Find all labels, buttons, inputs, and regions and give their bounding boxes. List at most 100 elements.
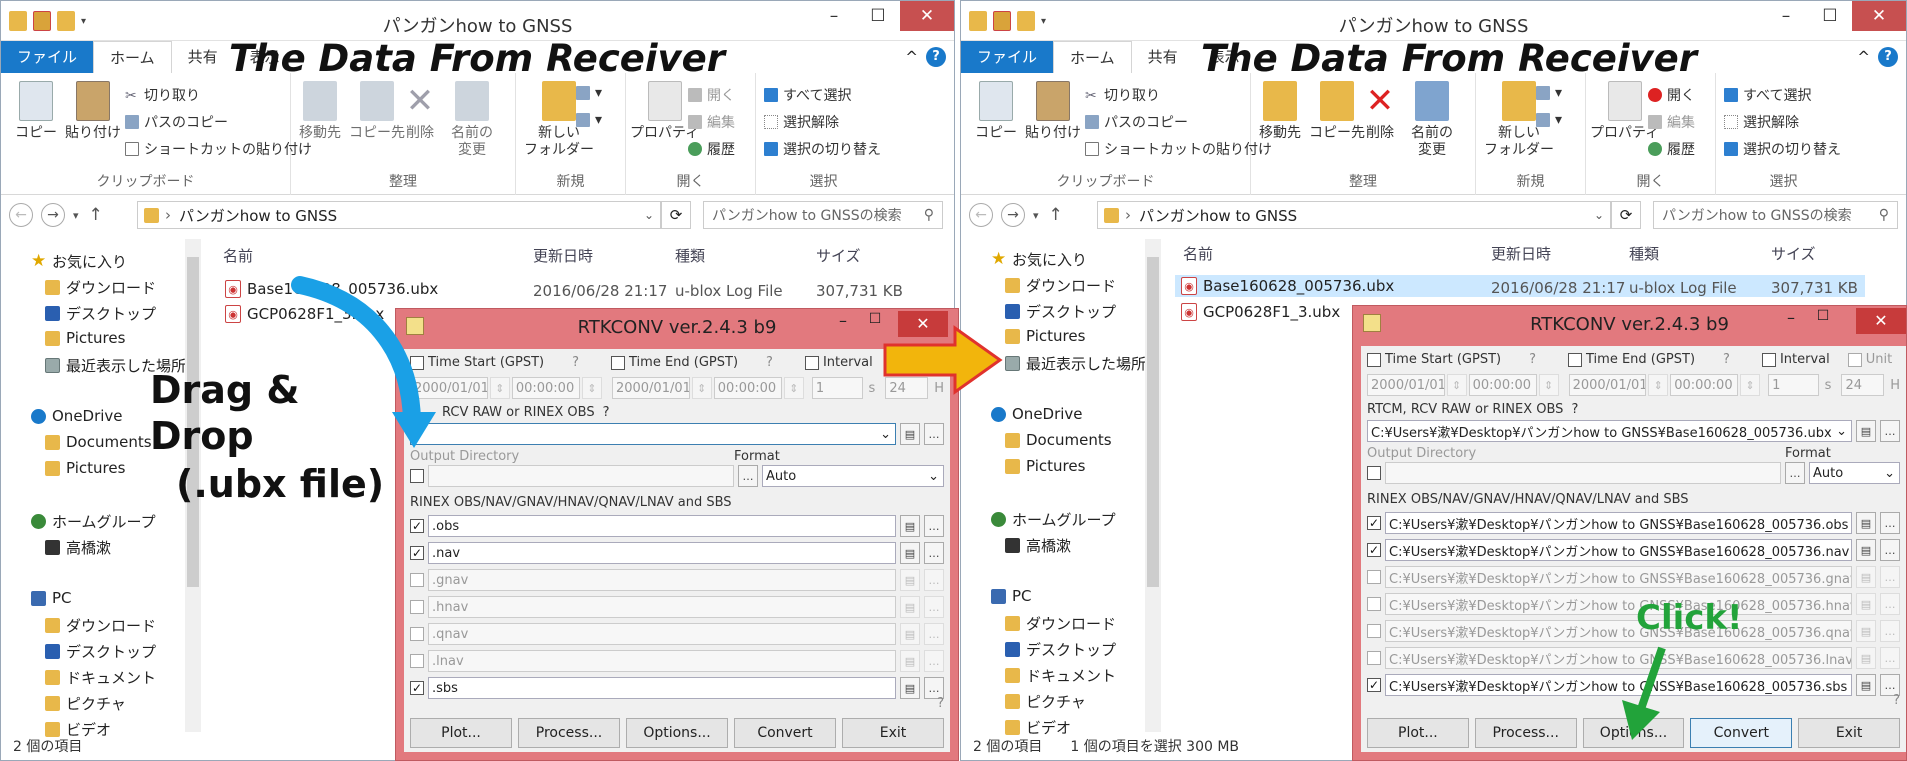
spin-icon[interactable]: ⇕ xyxy=(783,377,804,399)
open-button[interactable]: 開く xyxy=(1648,85,1695,105)
output-checkbox[interactable] xyxy=(410,573,424,587)
search-input[interactable]: パンガンhow to GNSSの検索 ⚲ xyxy=(703,201,943,229)
maximize-button[interactable]: ☐ xyxy=(856,1,900,31)
column-size[interactable]: サイズ xyxy=(816,245,861,266)
up-button[interactable]: ↑ xyxy=(89,205,103,225)
browse-button[interactable]: … xyxy=(924,515,944,537)
nav-favorites[interactable]: ★ お気に入り xyxy=(991,249,1087,270)
back-button[interactable]: ← xyxy=(9,203,33,227)
nav-pc[interactable]: PC xyxy=(31,589,72,607)
output-checkbox[interactable] xyxy=(1367,651,1381,665)
nav-pictures[interactable]: Pictures xyxy=(45,329,125,347)
end-date-field[interactable]: 2000/01/01 xyxy=(611,377,690,399)
nav-user[interactable]: 高橋漱 xyxy=(45,537,111,558)
output-file-field[interactable]: C:¥Users¥漱¥Desktop¥パンガンhow to GNSS¥Base1… xyxy=(1385,512,1852,534)
nav-pc[interactable]: PC xyxy=(991,587,1032,605)
nav-documents[interactable]: Documents xyxy=(1005,431,1112,449)
nav-pictures-onedrive[interactable]: Pictures xyxy=(45,459,125,477)
nav-pc-downloads[interactable]: ダウンロード xyxy=(45,615,156,636)
spin-icon[interactable]: ⇕ xyxy=(1538,374,1559,396)
select-all-button[interactable]: すべて選択 xyxy=(1724,85,1811,105)
input-file-field[interactable]: C:¥Users¥漱¥Desktop¥パンガンhow to GNSS¥Base1… xyxy=(1367,420,1852,442)
view-file-icon[interactable]: ▤ xyxy=(1856,593,1876,615)
end-time-field[interactable]: 00:00:00 xyxy=(1670,374,1739,396)
easy-access-button[interactable]: ▾ xyxy=(576,112,602,128)
paste-shortcut-button[interactable]: ショートカットの貼り付け xyxy=(125,139,312,159)
browse-button[interactable]: … xyxy=(1880,539,1900,561)
view-file-icon[interactable]: ▤ xyxy=(1856,566,1876,588)
nav-documents[interactable]: Documents xyxy=(45,433,152,451)
delete-button[interactable]: ✕ 削除 xyxy=(1363,81,1397,142)
nav-downloads[interactable]: ダウンロード xyxy=(45,277,156,298)
spin-icon[interactable]: ⇕ xyxy=(1446,374,1467,396)
column-type[interactable]: 種類 xyxy=(675,245,705,266)
search-input[interactable]: パンガンhow to GNSSの検索 ⚲ xyxy=(1653,201,1898,229)
cut-button[interactable]: ✂ 切り取り xyxy=(1085,85,1160,105)
chevron-down-icon[interactable]: ⌄ xyxy=(1594,208,1604,222)
file-row[interactable]: ◉ GCP0628F1_3.ubx xyxy=(225,305,384,323)
copy-to-button[interactable]: コピー先 xyxy=(1309,81,1365,142)
output-file-field[interactable]: .lnav xyxy=(428,650,896,672)
nav-pc-pictures[interactable]: ピクチャ xyxy=(1005,691,1086,712)
refresh-button[interactable]: ⟳ xyxy=(1611,201,1641,229)
scrollbar-thumb[interactable] xyxy=(1147,257,1159,587)
browse-button[interactable]: … xyxy=(1880,647,1900,669)
output-checkbox[interactable]: ✓ xyxy=(1367,543,1381,557)
plot-button[interactable]: Plot... xyxy=(410,718,512,748)
invert-selection-button[interactable]: 選択の切り替え xyxy=(764,139,881,159)
nav-pc-documents[interactable]: ドキュメント xyxy=(1005,665,1116,686)
tab-share[interactable]: 共有 xyxy=(172,41,234,73)
spin-icon[interactable]: ⇕ xyxy=(691,377,712,399)
view-file-icon[interactable]: ▤ xyxy=(1856,420,1876,442)
select-none-button[interactable]: 選択解除 xyxy=(764,112,839,132)
output-file-field[interactable]: C:¥Users¥漱¥Desktop¥パンガンhow to GNSS¥Base1… xyxy=(1385,593,1852,615)
copy-to-button[interactable]: コピー先 xyxy=(349,81,405,142)
forward-button[interactable]: → xyxy=(1001,203,1025,227)
nav-pictures[interactable]: Pictures xyxy=(1005,327,1085,345)
output-file-field[interactable]: .gnav xyxy=(428,569,896,591)
output-file-field[interactable]: C:¥Users¥漱¥Desktop¥パンガンhow to GNSS¥Base1… xyxy=(1385,566,1852,588)
time-start-checkbox[interactable] xyxy=(1367,352,1381,367)
maximize-button[interactable]: ☐ xyxy=(1808,308,1838,336)
output-dir-checkbox[interactable] xyxy=(1367,466,1381,480)
refresh-button[interactable]: ⟳ xyxy=(661,201,691,229)
minimize-button[interactable]: – xyxy=(1764,1,1808,31)
copy-path-button[interactable]: パスのコピー xyxy=(125,112,228,132)
output-file-field[interactable]: .obs xyxy=(428,515,896,537)
recent-dropdown-icon[interactable]: ▾ xyxy=(1033,209,1039,222)
open-button[interactable]: 開く xyxy=(688,85,735,105)
file-row[interactable]: ◉ Base160628_005736.ubx xyxy=(225,280,438,298)
close-button[interactable]: ✕ xyxy=(898,311,948,337)
time-start-checkbox[interactable] xyxy=(410,355,424,370)
paste-button[interactable]: 貼り付け xyxy=(65,81,121,142)
output-checkbox[interactable] xyxy=(410,600,424,614)
rename-button[interactable]: 名前の 変更 xyxy=(451,81,493,159)
view-file-icon[interactable]: ▤ xyxy=(900,623,920,645)
nav-pc-pictures[interactable]: ピクチャ xyxy=(45,693,126,714)
format-select[interactable]: Auto ⌄ xyxy=(762,465,944,487)
chevron-down-icon[interactable]: ⌄ xyxy=(644,208,654,222)
output-file-field[interactable]: C:¥Users¥漱¥Desktop¥パンガンhow to GNSS¥Base1… xyxy=(1385,620,1852,642)
output-checkbox[interactable] xyxy=(410,654,424,668)
nav-favorites[interactable]: ★ お気に入り xyxy=(31,251,127,272)
plot-button[interactable]: Plot... xyxy=(1367,718,1469,748)
nav-pc-downloads[interactable]: ダウンロード xyxy=(1005,613,1116,634)
browse-button[interactable]: … xyxy=(1785,462,1805,484)
view-file-icon[interactable]: ▤ xyxy=(1856,620,1876,642)
column-name[interactable]: 名前 xyxy=(1183,243,1213,264)
nav-homegroup[interactable]: ホームグループ xyxy=(991,509,1116,530)
chevron-down-icon[interactable]: ⌄ xyxy=(1836,424,1847,439)
browse-button[interactable]: … xyxy=(1880,620,1900,642)
browse-button[interactable]: … xyxy=(738,465,758,487)
spin-icon[interactable]: ⇕ xyxy=(1648,374,1669,396)
interval-select[interactable]: 1 xyxy=(1768,374,1819,396)
time-end-checkbox[interactable] xyxy=(1568,352,1582,367)
spin-icon[interactable]: ⇕ xyxy=(489,377,510,399)
close-button[interactable]: ✕ xyxy=(1856,308,1906,334)
exit-button[interactable]: Exit xyxy=(842,718,944,748)
tab-share[interactable]: 共有 xyxy=(1132,41,1194,73)
close-button[interactable]: ✕ xyxy=(900,1,954,31)
view-file-icon[interactable]: ▤ xyxy=(1856,512,1876,534)
new-item-button[interactable]: ▾ xyxy=(1536,85,1562,101)
view-file-icon[interactable]: ▤ xyxy=(1856,647,1876,669)
